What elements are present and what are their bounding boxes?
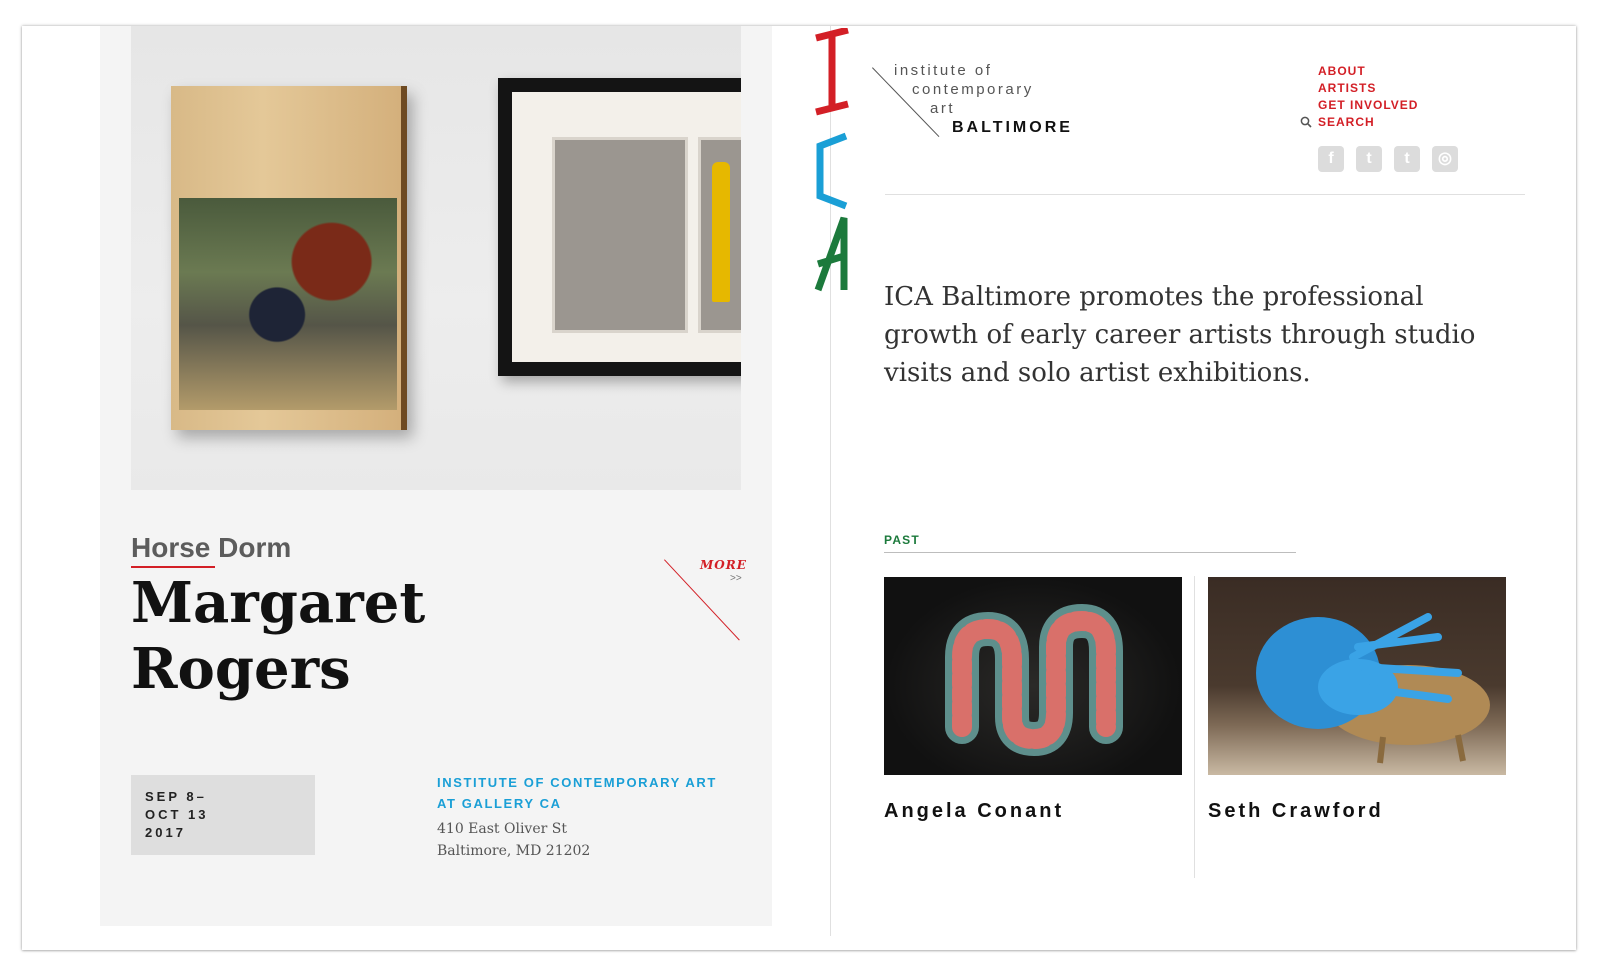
date-line-2: OCT 13 [145,807,209,822]
facebook-icon[interactable]: f [1318,146,1344,172]
logo-line-2: contemporary [912,81,1034,98]
past-cards-divider [1194,576,1195,878]
twitter-icon[interactable]: t [1356,146,1382,172]
past-card-image-seth-crawford[interactable] [1208,577,1506,775]
frame-mat [512,92,741,362]
exhibition-subtitle[interactable]: Horse Dorm [131,532,291,564]
horse-sketch [552,137,688,333]
ica-baltimore-logo[interactable]: institute of contemporary art BALTIMORE [872,60,1092,140]
venue-address: 410 East Oliver St Baltimore, MD 21202 [437,818,590,862]
sculpture-image-1 [945,603,1123,757]
nav-item-search[interactable]: SEARCH [1318,114,1418,131]
venue-line-1: INSTITUTE OF CONTEMPORARY ART [437,775,717,790]
date-line-1: SEP 8– [145,789,207,804]
exhibition-artist-name[interactable]: Margaret Rogers [131,570,531,702]
past-section-label: PAST [884,533,920,547]
featured-exhibition-image[interactable] [131,26,741,490]
ica-letter-a [814,216,848,292]
yellow-tassel [712,162,730,302]
past-section-rule [884,552,1296,553]
venue-name[interactable]: INSTITUTE OF CONTEMPORARY ART AT GALLERY… [437,772,717,814]
main-nav: ABOUT ARTISTS GET INVOLVED SEARCH [1318,63,1418,131]
past-card-image-angela-conant[interactable] [884,577,1182,775]
instagram-icon[interactable]: ◎ [1432,146,1458,172]
address-line-1: 410 East Oliver St [437,821,567,837]
logo-line-1: institute of [894,62,993,79]
nav-item-get-involved[interactable]: GET INVOLVED [1318,97,1418,114]
subtitle-underline [131,566,215,568]
framed-drawing-artwork [498,78,741,376]
ica-letter-c [816,132,848,210]
date-line-3: 2017 [145,825,186,840]
ica-vertical-logo-mark [814,28,849,292]
past-card-name-seth-crawford[interactable]: Seth Crawford [1208,800,1384,823]
more-link[interactable]: MORE [700,558,747,572]
venue-line-2: AT GALLERY CA [437,796,562,811]
address-line-2: Baltimore, MD 21202 [437,843,591,859]
nav-item-artists[interactable]: ARTISTS [1318,80,1418,97]
past-card-name-angela-conant[interactable]: Angela Conant [884,800,1064,823]
logo-line-3: art [930,100,956,117]
exhibition-dates: SEP 8– OCT 13 2017 [131,775,315,855]
ica-letter-i [815,28,849,116]
more-arrows: >> [730,573,742,584]
mission-statement: ICA Baltimore promotes the professional … [884,282,1476,388]
horse-photo [179,198,397,410]
sculpture-image-2 [1256,613,1490,764]
search-icon[interactable] [1300,116,1312,128]
header-rule [885,194,1525,195]
tumblr-icon[interactable]: t [1394,146,1420,172]
wood-slab-artwork [171,86,407,430]
nav-item-about[interactable]: ABOUT [1318,63,1418,80]
logo-line-4: BALTIMORE [952,119,1073,136]
